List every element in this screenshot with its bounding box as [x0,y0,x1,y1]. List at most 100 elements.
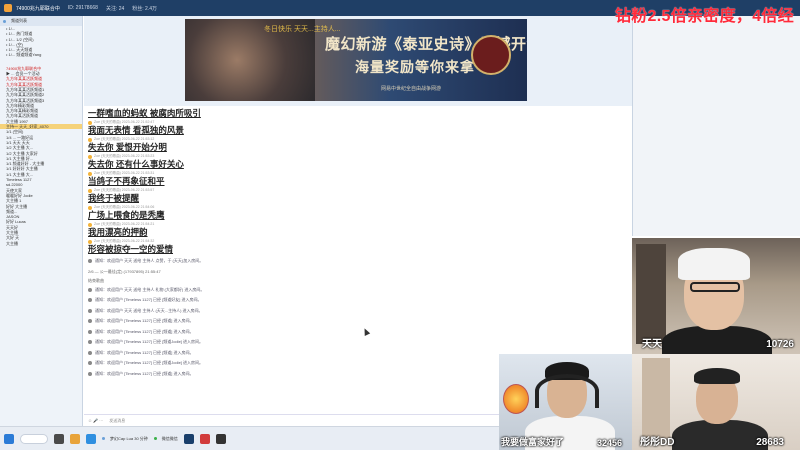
system-notice-text: 结束歌曲 [88,277,104,283]
streamer-cap [678,248,750,280]
notice-icon [88,371,92,376]
bookshelf [636,244,666,344]
lyric-line: 失去你 还有什么事好关心 [88,159,184,169]
user-badge-icon [88,239,92,244]
channel-sidebar: 频道列表 • 1/... • 1/... 热门频道 • 1/... 1/2 (空间)… [0,16,83,426]
webcam-guest-left: 我要做富家好了 32456 [499,354,632,450]
user-badge-icon [88,171,92,176]
app2-icon[interactable] [215,433,226,444]
notice-icon [88,287,92,292]
start-icon[interactable] [4,433,14,444]
chat-message: Zoe (天天的歌曲) 2023-06-22 21:53:12 失去你 爱恨开始分… [88,137,628,153]
stat-following: 关注: 24 [105,5,125,12]
notice-icon [88,340,92,345]
wechat-label: 微信微信 [161,435,178,441]
user-badge-icon [88,137,92,142]
cam1-name: 天天 [642,339,662,350]
streamer-glasses [690,282,740,292]
sidebar-channel-item[interactable]: 大主播 [0,241,82,246]
lyric-line: 一群嗜血的蚂蚁 被腐肉所吸引 [88,108,201,118]
lyric-line: 形容被掠夺一空的爱情 [88,244,174,254]
banner-subline: 海量奖励等你来拿 [355,60,475,76]
notice-icon [88,329,92,334]
user-badge-icon [88,205,92,210]
shield-emblem-icon [471,35,511,75]
taskbar-search[interactable] [20,433,48,444]
file-explorer-icon[interactable] [70,433,80,444]
taskbar-app-wechat[interactable]: 微信微信 [153,435,178,442]
sidebar-header-label: 频道列表 [11,18,27,23]
lyric-line: 我用漂亮的押韵 [88,227,148,237]
chat-log: 一群嗜血的蚂蚁 被腐肉所吸引 Zoe (天天的歌曲) 2023-06-22 21:… [88,108,628,379]
sidebar-header[interactable]: 频道列表 [0,16,82,26]
banner-overlay-text: 冬日快乐 天天...主持人... [264,26,341,33]
system-notice: 通知：欢迎用户 [Timeless 1127] 已经 [频道] 进入房间。 [88,316,628,327]
chat-message: Zoe (天天的歌曲) 2023-06-22 21:53:57 我终于被提醒 [88,188,628,204]
cam2-count: 32456 [596,438,622,448]
guest2-hair [694,368,740,384]
notice-icon [88,259,92,264]
notification-icon [102,437,105,440]
steam-icon[interactable] [183,433,194,444]
webcam-main: 天天 10726 [632,238,800,354]
emoji-mic-icons[interactable]: ☺ 🎤 ··· [88,418,103,423]
system-notice: 通知：欢迎用户 [Timeless 1127] 已经 [频道好友] 进入房间。 [88,295,628,306]
right-panel [632,16,800,236]
chat-message: Zoe (天天的歌曲) 2023-06-22 21:54:06 广场上喂食的是秃鹰 [88,205,628,221]
system-notice-text: 通知：欢迎用户 [Timeless 1127] 已经 [频道] 进入房间。 [95,328,194,334]
cam3-count: 28683 [756,437,784,448]
gift-badge-icon [503,384,529,414]
system-notice-text: 通知：欢迎用户 [Timeless 1127] 已经 [频道Jodie] 进入房… [95,360,204,365]
system-notice-text: 通知：欢迎用户 天天 送给 主持人 (天天...主持人) 进入房间。 [95,307,203,313]
system-notice: 通知：欢迎用户 天天 送给 主持人 (天天...主持人) 进入房间。 [88,306,628,317]
headset-icon [535,374,599,408]
streamer-shirt [662,326,772,354]
task-view-icon[interactable] [54,433,64,444]
chat-message: 一群嗜血的蚂蚁 被腐肉所吸引 [88,108,628,119]
chat-message: Zoe (天天的歌曲) 2023-06-22 21:53:31 当鸽子不再象征和平 [88,171,628,187]
system-notice: 通知：欢迎用户 天天 送给 主持人 礼物 (大家都好) 进入房间。 [88,285,628,296]
list-icon [3,19,6,23]
notice-icon [88,298,92,303]
cam3-name: 彤彤DD [640,437,675,448]
system-notice-text: 通知：欢迎用户 天天 送给 主持人 点赞，于 (天天)加入房间。 [95,258,204,263]
webcam-guest-right: 彤彤DD 28683 [632,354,800,450]
chat-message: Zoe (天天的歌曲) 2023-06-22 21:54:32 形容被掠夺一空的爱… [88,239,628,255]
guest2-shirt [672,420,768,450]
system-notice: 结束歌曲 [88,276,628,285]
notice-icon [88,361,92,366]
app-logo-icon [4,4,12,12]
system-notice: 通知：欢迎用户 天天 送给 主持人 点赞，于 (天天)加入房间。 [88,256,628,267]
system-notice: 2/6 — 公一最佳(定) (17937895) 21:55:47 [88,267,628,276]
browser-icon[interactable] [86,433,96,444]
lyric-line: 当鸽子不再象征和平 [88,176,165,186]
banner-area: 魔幻新游《泰亚史诗》震撼开测 海量奖励等你来拿 网易中世纪全自由战争网游 冬日快… [84,16,632,106]
lyric-line: 失去你 爱恨开始分明 [88,142,167,152]
user-badge-icon [88,120,92,125]
stat-fans: 粉丝: 2.4万 [132,5,158,12]
wechat-icon [153,437,157,440]
system-notice-text: 通知：欢迎用户 [Timeless 1127] 已经 [频道Jodie] 进入房… [95,339,204,344]
system-notice: 通知：欢迎用户 [Timeless 1127] 已经 [频道] 进入房间。 [88,327,628,338]
channel-list: • 1/... • 1/... 热门频道 • 1/... 1/2 (空间) • 1/.… [0,26,82,246]
notice-icon [88,308,92,313]
chat-input-placeholder[interactable]: 发送消息 [109,418,125,424]
chat-message: Zoe (天天的歌曲) 2023-06-22 21:54:21 我用漂亮的押韵 [88,222,628,238]
system-notice-text: 通知：欢迎用户 天天 送给 主持人 礼物 (大家都好) 进入房间。 [95,286,205,292]
room-id: ID: 29178668 [67,5,98,11]
chat-message: Zoe (天天的歌曲) 2023-06-22 21:52:47 我面无表情 看孤独… [88,120,628,136]
app-icon[interactable] [199,433,210,444]
chat-message: Zoe (天天的歌曲) 2023-06-22 21:53:23 失去你 还有什么事… [88,154,628,170]
lyric-line: 广场上喂食的是秃鹰 [88,210,165,220]
promo-overlay: 钻粉2.5倍亲密度，4倍经 [614,8,794,25]
system-notice-text: 通知：欢迎用户 [Timeless 1127] 已经 [频道] 进入房间。 [95,370,194,376]
taskbar-notification[interactable]: 梦幻Cap Lua 30 分钟 [102,436,148,442]
game-ad-banner[interactable]: 魔幻新游《泰亚史诗》震撼开测 海量奖励等你来拿 网易中世纪全自由战争网游 [185,19,527,101]
notice-icon [88,350,92,355]
cam1-count: 10726 [766,339,794,350]
user-badge-icon [88,188,92,193]
background-door [642,358,670,438]
sidebar-separator [0,58,82,66]
notification-text: 梦幻Cap Lua 30 分钟 [110,435,148,441]
window-title: 74900兆九耶联合中 [16,5,60,12]
